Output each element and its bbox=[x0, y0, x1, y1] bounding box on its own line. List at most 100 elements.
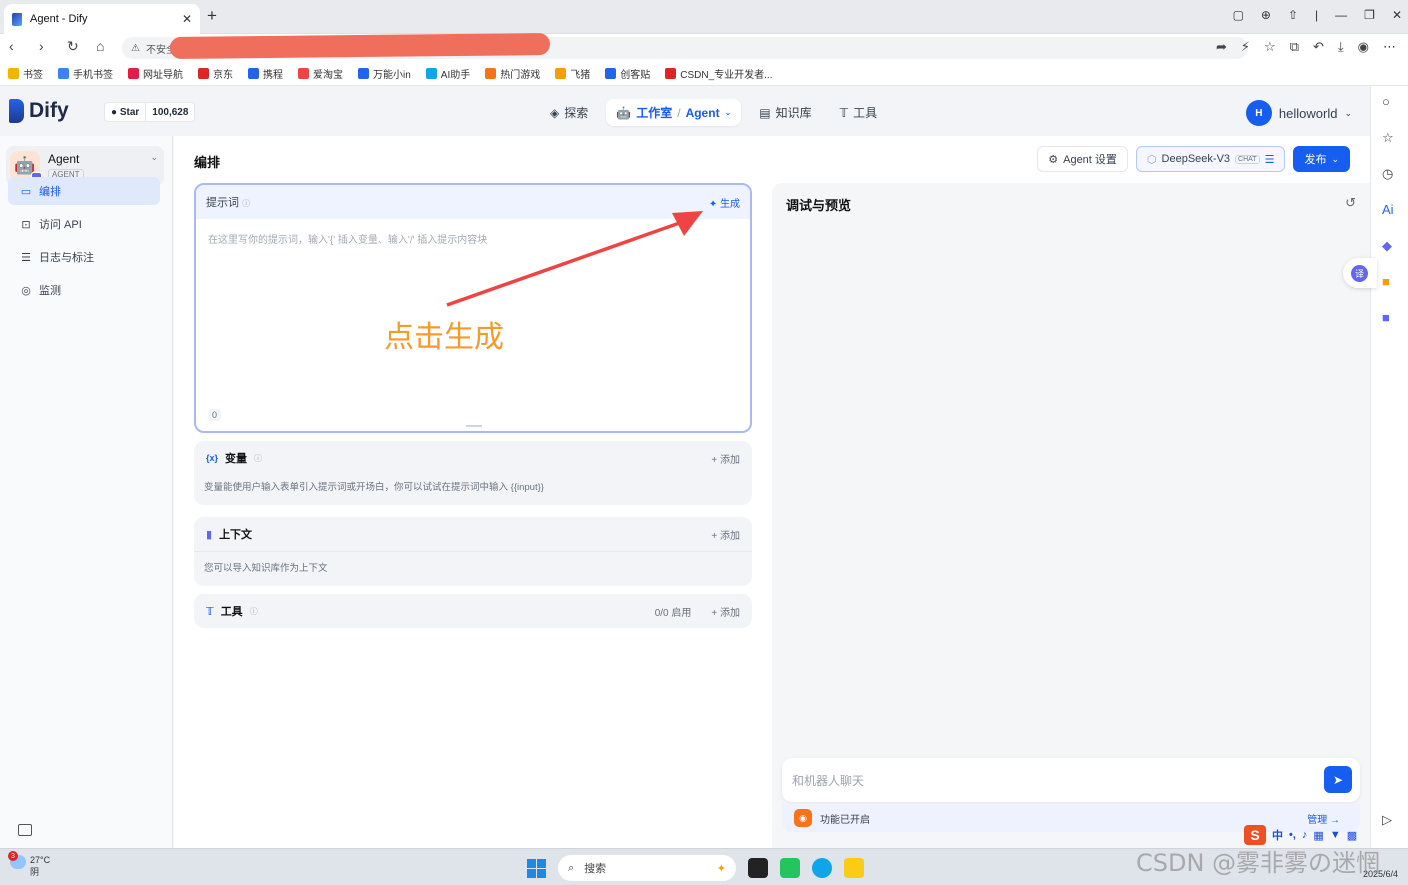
new-tab-button[interactable]: + bbox=[207, 6, 217, 26]
minimize-button[interactable]: — bbox=[1335, 8, 1347, 22]
tab-close-icon[interactable]: ✕ bbox=[182, 12, 192, 26]
nav-knowledge[interactable]: ▤ 知识库 bbox=[749, 99, 821, 126]
browser-right-sidebar: ○ ☆ ◷ Ai ◆ ■ ■ ▷ bbox=[1370, 86, 1408, 848]
nav-tools[interactable]: 𝕋 工具 bbox=[830, 99, 888, 126]
prompt-header: 提示词 ⓘ ✦ 生成 bbox=[196, 185, 750, 219]
game-icon[interactable]: ⊕ bbox=[1261, 8, 1271, 22]
sidebar-item-0[interactable]: ▭ 编排 bbox=[8, 177, 160, 205]
home-icon[interactable]: ⌂ bbox=[96, 38, 104, 54]
bookmark-item[interactable]: AI助手 bbox=[425, 66, 470, 81]
page-title: 编排 bbox=[194, 155, 221, 170]
ime-language[interactable]: 中 bbox=[1272, 827, 1283, 843]
features-icon: ◉ bbox=[794, 809, 812, 827]
main-menu: ◈ 探索 🤖 工作室 / Agent ⌄ ▤ 知识库 𝕋 工具 bbox=[540, 99, 887, 126]
favorite-star-icon[interactable]: ☆ bbox=[1264, 39, 1276, 55]
punctuation-icon[interactable]: •, bbox=[1289, 829, 1296, 841]
grid-icon[interactable]: ▩ bbox=[1347, 829, 1357, 842]
tools-panel: 𝕋 工具 ⓘ 0/0 启用 + 添加 bbox=[194, 594, 752, 628]
bookmark-label: CSDN_专业开发者... bbox=[680, 70, 773, 81]
nav-explore[interactable]: ◈ 探索 bbox=[540, 99, 598, 126]
download-icon[interactable]: ⤓ bbox=[1338, 39, 1344, 55]
translate-floating-button[interactable]: 译 bbox=[1343, 258, 1377, 288]
generate-button[interactable]: ✦ 生成 bbox=[709, 195, 740, 210]
dify-logo[interactable]: Dify bbox=[9, 99, 69, 123]
keyboard-icon[interactable]: ▦ bbox=[1313, 829, 1323, 842]
browser-app-icon[interactable] bbox=[812, 858, 832, 878]
weather-badge: 3 bbox=[8, 851, 18, 861]
skin-icon[interactable]: ▼ bbox=[1330, 829, 1341, 841]
sogou-icon[interactable]: S bbox=[1244, 825, 1266, 845]
microphone-icon[interactable]: ♪ bbox=[1302, 829, 1308, 841]
gamepad-icon[interactable]: ◆ bbox=[1382, 238, 1392, 254]
tab-list-icon[interactable]: ▢ bbox=[1233, 8, 1244, 22]
sliders-icon[interactable]: ☰ bbox=[1265, 153, 1275, 166]
sidebar-item-label: 日志与标注 bbox=[39, 252, 94, 264]
weather-widget[interactable]: 3 27°C 阴 bbox=[8, 851, 50, 878]
profile-avatar-icon[interactable]: ◉ bbox=[1358, 39, 1369, 55]
history-icon[interactable]: ◷ bbox=[1382, 166, 1393, 182]
extensions-icon[interactable]: ⧉ bbox=[1290, 39, 1299, 55]
bookmark-item[interactable]: CSDN_专业开发者... bbox=[665, 66, 772, 81]
nav-agent-label[interactable]: Agent bbox=[686, 106, 720, 120]
file-explorer-icon[interactable] bbox=[844, 858, 864, 878]
resize-handle[interactable] bbox=[466, 425, 482, 427]
sidebar-item-2[interactable]: ☰ 日志与标注 bbox=[8, 243, 160, 271]
sidebar-item-3[interactable]: ◎ 监测 bbox=[8, 276, 160, 304]
bookmark-item[interactable]: 书签 bbox=[8, 66, 43, 81]
bookmark-item[interactable]: 飞猪 bbox=[555, 66, 590, 81]
windows-start-icon[interactable] bbox=[527, 858, 546, 878]
more-menu-icon[interactable]: ⋯ bbox=[1383, 39, 1396, 55]
tools-header: 𝕋 工具 ⓘ 0/0 启用 + 添加 bbox=[194, 594, 752, 628]
chat-input[interactable]: 和机器人聊天 ➤ bbox=[782, 758, 1360, 802]
browser-tab[interactable]: Agent - Dify ✕ bbox=[4, 4, 200, 34]
taskbar-search[interactable]: ⌕ 搜索 ✦ bbox=[558, 855, 736, 881]
bookmark-item[interactable]: 京东 bbox=[198, 66, 233, 81]
bookmark-item[interactable]: 爱淘宝 bbox=[298, 66, 343, 81]
prompt-textarea[interactable]: 在这里写你的提示词，输入'{' 插入变量、输入'/' 插入提示内容块 bbox=[196, 219, 750, 258]
bookmark-item[interactable]: 创客贴 bbox=[605, 66, 650, 81]
sidebar-item-1[interactable]: ⊡ 访问 API bbox=[8, 210, 160, 238]
nav-studio[interactable]: 🤖 工作室 / Agent ⌄ bbox=[606, 99, 742, 126]
publish-button[interactable]: 发布 ⌄ bbox=[1293, 146, 1350, 172]
bookmark-item[interactable]: 热门游戏 bbox=[485, 66, 540, 81]
gear-icon: ⚙ bbox=[1048, 153, 1059, 166]
lightning-icon[interactable]: ⚡ bbox=[1241, 39, 1250, 55]
extension-icon[interactable]: ⇧ bbox=[1288, 8, 1298, 22]
restore-button[interactable]: ❐ bbox=[1364, 8, 1375, 22]
window-controls: ▢ ⊕ ⇧ | — ❐ ✕ bbox=[1233, 8, 1402, 22]
ai-icon[interactable]: Ai bbox=[1382, 202, 1394, 217]
add-tool-button[interactable]: + 添加 bbox=[711, 604, 740, 619]
close-window-button[interactable]: ✕ bbox=[1392, 8, 1402, 22]
bookmark-item[interactable]: 万能小in bbox=[358, 66, 411, 81]
translate-icon[interactable]: ■ bbox=[1382, 310, 1390, 325]
add-variable-button[interactable]: + 添加 bbox=[711, 451, 740, 466]
app-icon-dark[interactable] bbox=[748, 858, 768, 878]
refresh-icon[interactable]: ↺ bbox=[1345, 195, 1356, 211]
favorites-icon[interactable]: ☆ bbox=[1382, 130, 1394, 146]
model-selector[interactable]: ⬡ DeepSeek-V3 CHAT ☰ bbox=[1135, 146, 1286, 172]
bookmark-item[interactable]: 网址导航 bbox=[128, 66, 183, 81]
manage-features-link[interactable]: 管理 → bbox=[1307, 811, 1340, 826]
send-button[interactable]: ➤ bbox=[1324, 766, 1352, 793]
manage-label: 管理 bbox=[1307, 814, 1328, 826]
browser-tab-bar: Agent - Dify ✕ + ▢ ⊕ ⇧ | — ❐ ✕ bbox=[0, 0, 1408, 34]
undo-icon[interactable]: ↶ bbox=[1313, 39, 1324, 55]
bookmark-item[interactable]: 携程 bbox=[248, 66, 283, 81]
user-menu[interactable]: H helloworld ⌄ bbox=[1245, 100, 1352, 126]
bookmark-item[interactable]: 手机书签 bbox=[58, 66, 113, 81]
gift-icon[interactable]: ■ bbox=[1382, 274, 1390, 289]
reload-icon[interactable]: ↻ bbox=[67, 38, 79, 55]
forward-icon[interactable]: › bbox=[39, 38, 44, 54]
bookmark-favicon-icon bbox=[198, 68, 209, 79]
cloud-icon: 3 bbox=[8, 851, 26, 869]
back-icon[interactable]: ‹ bbox=[9, 38, 14, 54]
share-icon[interactable]: ➦ bbox=[1216, 39, 1227, 55]
app-icon-monitor[interactable] bbox=[780, 858, 800, 878]
add-context-button[interactable]: + 添加 bbox=[711, 527, 740, 542]
sidebar-item-icon: ☰ bbox=[21, 251, 31, 264]
collapse-sidebar-icon[interactable] bbox=[18, 824, 32, 836]
github-star-button[interactable]: ● Star 100,628 bbox=[104, 102, 196, 122]
search-icon[interactable]: ○ bbox=[1382, 94, 1390, 109]
agent-settings-button[interactable]: ⚙ Agent 设置 bbox=[1037, 146, 1128, 172]
expand-icon[interactable]: ▷ bbox=[1382, 812, 1392, 828]
